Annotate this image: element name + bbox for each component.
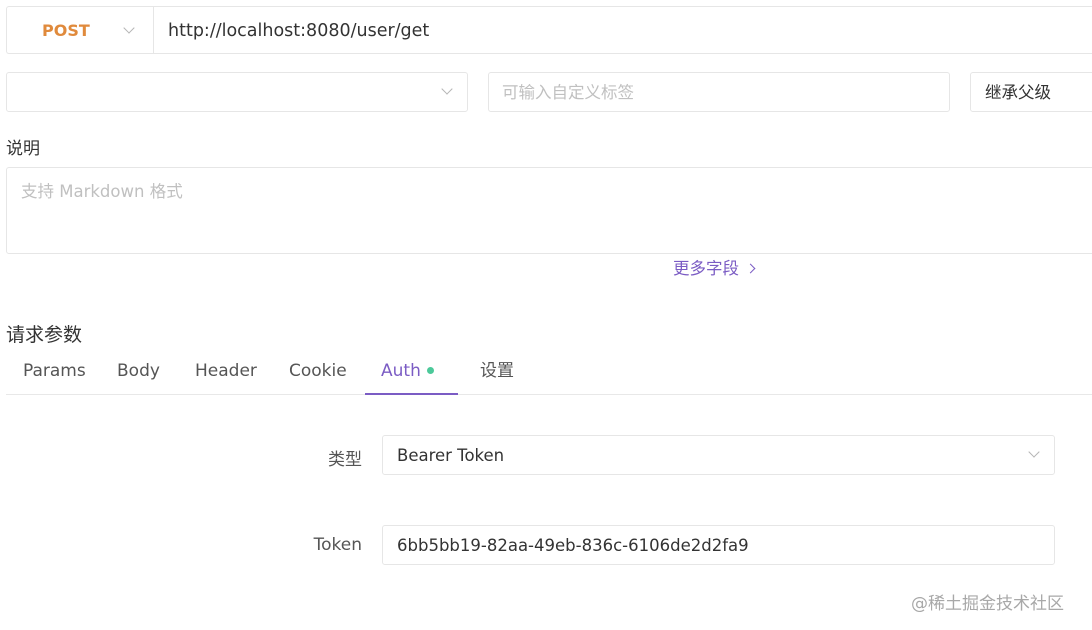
inherit-select[interactable]: 继承父级 bbox=[970, 72, 1092, 112]
request-params-title: 请求参数 bbox=[6, 324, 83, 346]
folder-select[interactable] bbox=[6, 72, 468, 112]
tab-auth[interactable]: Auth bbox=[365, 350, 458, 395]
tab-settings[interactable]: 设置 bbox=[480, 350, 514, 395]
description-label: 说明 bbox=[6, 139, 40, 159]
tab-label: Cookie bbox=[289, 361, 347, 381]
status-dot-icon bbox=[426, 367, 434, 374]
chevron-down-icon bbox=[123, 22, 135, 34]
auth-type-select[interactable]: Bearer Token bbox=[382, 435, 1055, 475]
chevron-right-icon bbox=[745, 263, 756, 274]
chevron-down-icon bbox=[441, 83, 453, 95]
tab-params[interactable]: Params bbox=[23, 350, 86, 395]
url-value: http://localhost:8080/user/get bbox=[168, 21, 430, 41]
tag-placeholder: 可输入自定义标签 bbox=[502, 83, 634, 102]
tab-label: Auth bbox=[381, 361, 421, 381]
auth-type-value: Bearer Token bbox=[397, 446, 505, 465]
chevron-down-icon bbox=[1028, 446, 1040, 458]
tab-label: Body bbox=[117, 361, 160, 381]
auth-type-label: 类型 bbox=[328, 450, 362, 470]
more-fields-label: 更多字段 bbox=[673, 259, 739, 278]
tab-label: Params bbox=[23, 361, 86, 381]
inherit-value: 继承父级 bbox=[985, 83, 1051, 102]
method-label: POST bbox=[42, 21, 90, 40]
watermark: @稀土掘金技术社区 bbox=[911, 594, 1064, 614]
tab-label: Header bbox=[195, 361, 257, 381]
description-textarea[interactable]: 支持 Markdown 格式 bbox=[6, 167, 1092, 254]
tag-input[interactable]: 可输入自定义标签 bbox=[488, 72, 950, 112]
tab-label: 设置 bbox=[480, 361, 514, 381]
more-fields-link[interactable]: 更多字段 bbox=[673, 255, 756, 279]
token-value: 6bb5bb19-82aa-49eb-836c-6106de2d2fa9 bbox=[397, 536, 749, 555]
tab-header[interactable]: Header bbox=[195, 350, 257, 395]
url-input[interactable]: http://localhost:8080/user/get bbox=[153, 6, 1092, 54]
token-input[interactable]: 6bb5bb19-82aa-49eb-836c-6106de2d2fa9 bbox=[382, 525, 1055, 565]
description-placeholder: 支持 Markdown 格式 bbox=[21, 182, 183, 201]
tab-cookie[interactable]: Cookie bbox=[289, 350, 347, 395]
token-label: Token bbox=[313, 535, 362, 555]
method-select[interactable]: POST bbox=[6, 6, 154, 54]
params-tabs: Params Body Header Cookie Auth 设置 bbox=[6, 350, 1092, 395]
tab-body[interactable]: Body bbox=[117, 350, 160, 395]
